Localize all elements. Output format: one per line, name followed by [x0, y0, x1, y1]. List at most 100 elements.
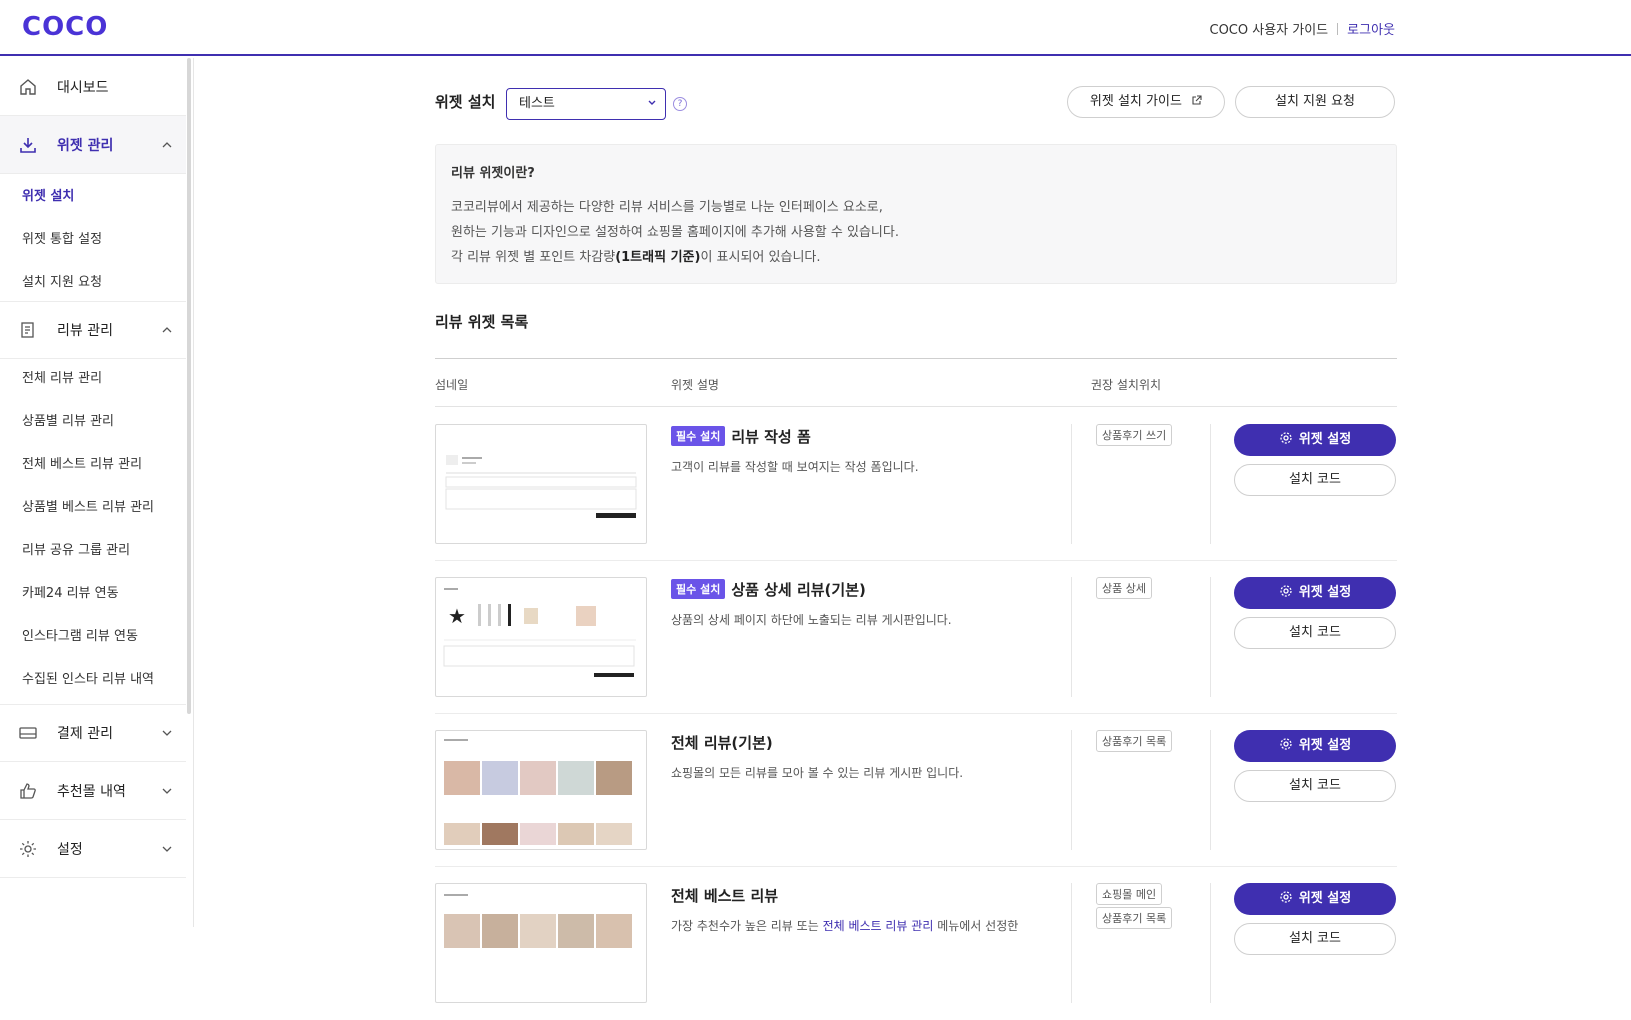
table-header: 섬네일 위젯 설명 권장 설치위치	[435, 358, 1397, 407]
widget-settings-label: 위젯 설정	[1298, 738, 1352, 753]
main-content: 위젯 설치 테스트 ? 위젯 설치 가이드 설치 지원 요청 리뷰 위젯이란? …	[195, 58, 1631, 1003]
widget-settings-button[interactable]: 위젯 설정	[1234, 883, 1396, 915]
thumbs-up-icon	[20, 782, 36, 799]
info-bold-text: (1트래픽 기준)	[615, 250, 701, 265]
all-reviews-preview	[444, 739, 632, 845]
coco-logo[interactable]: COCO	[22, 12, 108, 42]
column-header: 위젯 설명	[671, 378, 719, 392]
sidebar-item-label: 위젯 관리	[57, 137, 114, 154]
widget-list-title: 리뷰 위젯 목록	[435, 313, 529, 331]
gear-icon	[1280, 585, 1292, 597]
sidebar-item-label: 설정	[57, 841, 83, 858]
divider	[1210, 424, 1211, 544]
table-row: 필수 설치 리뷰 작성 폼 고객이 리뷰를 작성할 때 보여지는 작성 폼입니다.…	[435, 408, 1397, 561]
chevron-up-icon	[162, 141, 172, 147]
chevron-down-icon	[162, 788, 172, 794]
table-row: 전체 베스트 리뷰 가장 추천수가 높은 리뷰 또는 전체 베스트 리뷰 관리 …	[435, 867, 1397, 1020]
page-title: 위젯 설치	[435, 93, 496, 111]
sidebar-item-dashboard[interactable]: 대시보드	[0, 58, 186, 116]
widget-title: 전체 베스트 리뷰	[671, 887, 779, 905]
widget-description: 고객이 리뷰를 작성할 때 보여지는 작성 폼입니다.	[671, 460, 919, 474]
sidebar-item-widget-management[interactable]: 위젯 관리	[0, 116, 186, 174]
description-text: 가장 추천수가 높은 리뷰 또는	[671, 919, 823, 933]
install-code-button[interactable]: 설치 코드	[1234, 770, 1396, 802]
gear-icon	[1280, 891, 1292, 903]
install-code-button[interactable]: 설치 코드	[1234, 923, 1396, 955]
info-text: 각 리뷰 위젯 별 포인트 차감량	[451, 250, 616, 265]
widget-settings-label: 위젯 설정	[1298, 891, 1352, 906]
sidebar-item-recommend[interactable]: 추천몰 내역	[0, 762, 186, 820]
divider	[1210, 730, 1211, 850]
chevron-down-icon	[648, 100, 656, 105]
sidebar-sub-product-best-reviews[interactable]: 상품별 베스트 리뷰 관리	[0, 485, 186, 530]
chevron-down-icon	[162, 846, 172, 852]
sidebar-item-payment[interactable]: 결제 관리	[0, 704, 186, 762]
sidebar-sub-all-reviews[interactable]: 전체 리뷰 관리	[0, 356, 186, 401]
widget-title-text: 리뷰 작성 폼	[731, 428, 811, 446]
svg-text:★: ★	[448, 604, 466, 628]
info-box: 리뷰 위젯이란? 코코리뷰에서 제공하는 다양한 리뷰 서비스를 기능별로 나눈…	[435, 144, 1397, 284]
user-guide-link[interactable]: COCO 사용자 가이드	[1210, 19, 1329, 38]
thumbnail-image	[435, 883, 647, 1003]
info-title: 리뷰 위젯이란?	[451, 166, 535, 181]
sidebar-item-label: 추천몰 내역	[57, 783, 126, 800]
product-review-preview: ★	[443, 588, 636, 677]
location-tag: 상품후기 목록	[1096, 730, 1173, 752]
widget-title: 전체 리뷰(기본)	[671, 734, 773, 752]
info-line: 원하는 기능과 디자인으로 설정하여 쇼핑몰 홈페이지에 추가해 사용할 수 있…	[451, 225, 899, 240]
sidebar-sub-instagram-collected[interactable]: 수집된 인스타 리뷰 내역	[0, 657, 186, 702]
table-row: ★ 필수 설치 상품 상세 리뷰(기본) 상품의 상세 페이지 하단에 노출되는 …	[435, 561, 1397, 714]
sidebar-sub-product-reviews[interactable]: 상품별 리뷰 관리	[0, 399, 186, 444]
widget-description: 가장 추천수가 높은 리뷰 또는 전체 베스트 리뷰 관리 메뉴에서 선정한	[671, 917, 1018, 934]
column-header: 권장 설치위치	[1091, 378, 1162, 392]
sidebar-sub-all-best-reviews[interactable]: 전체 베스트 리뷰 관리	[0, 442, 186, 487]
sidebar-item-label: 결제 관리	[57, 726, 113, 742]
install-guide-label: 위젯 설치 가이드	[1089, 94, 1182, 109]
gear-icon	[1280, 432, 1292, 444]
sidebar-scrollbar[interactable]	[187, 58, 191, 714]
chevron-down-icon	[162, 730, 172, 736]
widget-settings-button[interactable]: 위젯 설정	[1234, 730, 1396, 762]
mall-select[interactable]: 테스트	[506, 88, 666, 120]
sidebar-sub-install-support[interactable]: 설치 지원 요청	[0, 260, 186, 305]
sidebar-item-label: 리뷰 관리	[57, 323, 113, 339]
sidebar-sub-widget-settings[interactable]: 위젯 통합 설정	[0, 217, 186, 262]
widget-settings-button[interactable]: 위젯 설정	[1234, 424, 1396, 456]
sidebar-item-settings[interactable]: 설정	[0, 820, 186, 878]
logout-link[interactable]: 로그아웃	[1347, 19, 1395, 38]
install-support-button[interactable]: 설치 지원 요청	[1235, 86, 1395, 118]
external-link-icon	[1192, 95, 1202, 105]
location-tag: 쇼핑몰 메인	[1096, 883, 1163, 905]
column-header: 섬네일	[435, 378, 469, 392]
install-guide-button[interactable]: 위젯 설치 가이드	[1067, 86, 1225, 118]
thumbnail-image	[435, 424, 647, 544]
install-code-button[interactable]: 설치 코드	[1234, 464, 1396, 496]
thumbnail-image: ★	[435, 577, 647, 697]
sidebar-sub-instagram-sync[interactable]: 인스타그램 리뷰 연동	[0, 614, 186, 659]
gear-icon	[1280, 738, 1292, 750]
best-reviews-preview	[444, 894, 632, 948]
sidebar-item-review-management[interactable]: 리뷰 관리	[0, 301, 186, 359]
sidebar-sub-widget-install[interactable]: 위젯 설치	[0, 174, 186, 219]
widget-settings-label: 위젯 설정	[1298, 432, 1352, 447]
sidebar-sub-cafe24-sync[interactable]: 카페24 리뷰 연동	[0, 571, 186, 616]
widget-title: 필수 설치 리뷰 작성 폼	[671, 426, 811, 447]
location-tag: 상품 상세	[1096, 577, 1152, 599]
divider	[1337, 22, 1339, 35]
widget-title: 필수 설치 상품 상세 리뷰(기본)	[671, 579, 866, 600]
sidebar: 대시보드 위젯 관리 위젯 설치 위젯 통합 설정 설치 지원 요청 리뷰 관리…	[0, 58, 194, 927]
divider	[1071, 424, 1072, 544]
help-icon[interactable]: ?	[673, 97, 687, 111]
download-icon	[20, 137, 36, 153]
sidebar-item-label: 대시보드	[57, 79, 109, 96]
top-bar: COCO COCO 사용자 가이드 로그아웃	[0, 0, 1631, 56]
widget-settings-label: 위젯 설정	[1298, 585, 1352, 600]
divider	[1071, 577, 1072, 697]
card-icon	[19, 727, 37, 739]
install-code-button[interactable]: 설치 코드	[1234, 617, 1396, 649]
widget-settings-button[interactable]: 위젯 설정	[1234, 577, 1396, 609]
required-badge: 필수 설치	[671, 426, 726, 446]
sidebar-sub-review-share-group[interactable]: 리뷰 공유 그룹 관리	[0, 528, 186, 573]
thumbnail-image	[435, 730, 647, 850]
best-review-manage-link[interactable]: 전체 베스트 리뷰 관리	[823, 919, 934, 933]
